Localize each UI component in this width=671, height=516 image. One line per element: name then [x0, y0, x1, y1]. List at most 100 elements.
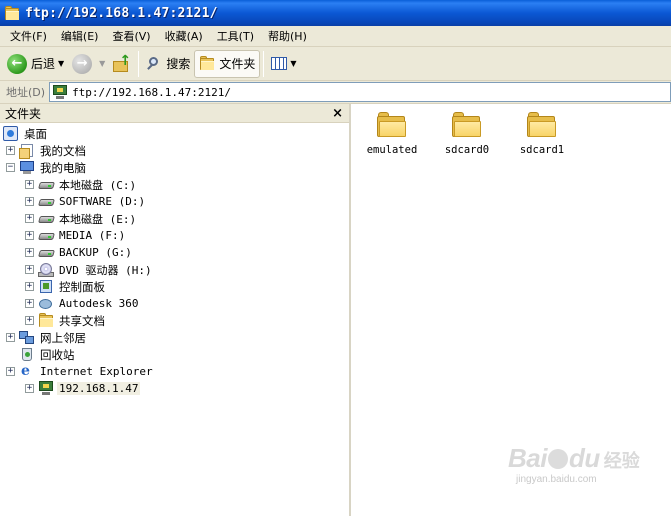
expand-icon[interactable]: + — [25, 265, 34, 274]
views-button[interactable]: ▼ — [267, 50, 300, 78]
folder-icon — [527, 112, 557, 138]
tree-item-label: 本地磁盘 (C:) — [59, 178, 137, 192]
folder-icon — [199, 56, 215, 71]
ftp-site-icon — [52, 84, 68, 100]
expand-icon[interactable]: + — [25, 248, 34, 257]
tree-item-label: 192.168.1.47 — [57, 382, 141, 395]
expand-icon[interactable]: + — [6, 333, 15, 342]
folders-label: 文件夹 — [219, 57, 256, 71]
folder-item-sdcard1[interactable]: sdcard1 — [507, 112, 577, 168]
tree-item-internet-explorer[interactable]: + e Internet Explorer — [6, 363, 155, 380]
expand-icon[interactable]: + — [25, 197, 34, 206]
tree-item-label: 共享文档 — [59, 313, 105, 328]
search-button[interactable]: 搜索 — [142, 50, 194, 78]
tree-item-ftp-site[interactable]: + 192.168.1.47 — [25, 380, 141, 397]
expand-icon[interactable]: + — [25, 316, 34, 325]
address-value: ftp://192.168.1.47:2121/ — [72, 85, 232, 99]
folder-item-label: emulated — [366, 144, 418, 156]
watermark-url: jingyan.baidu.com — [516, 474, 597, 485]
folder-item-sdcard0[interactable]: sdcard0 — [432, 112, 502, 168]
tree-item-desktop[interactable]: 桌面 — [3, 125, 49, 142]
tree-item-drive-e[interactable]: + 本地磁盘 (E:) — [25, 210, 138, 227]
tree-item-label: MEDIA (F:) — [59, 229, 126, 242]
menu-help[interactable]: 帮助(H) — [261, 27, 314, 46]
folders-pane: 文件夹 × 桌面 + 我的文档 − 我的电脑 + 本地磁盘 (C:) + SOF… — [0, 104, 351, 516]
menu-tools[interactable]: 工具(T) — [210, 27, 261, 46]
title-bar[interactable]: ftp://192.168.1.47:2121/ — [0, 0, 671, 26]
watermark-logo: Bai — [508, 443, 547, 473]
expand-icon[interactable]: + — [25, 231, 34, 240]
folder-item-emulated[interactable]: emulated — [357, 112, 427, 168]
hard-drive-icon — [38, 177, 55, 192]
expand-icon[interactable]: + — [25, 282, 34, 291]
tree-item-drive-c[interactable]: + 本地磁盘 (C:) — [25, 176, 138, 193]
up-button[interactable]: ↑ — [109, 50, 135, 78]
hard-drive-icon — [38, 194, 55, 209]
expand-icon[interactable]: + — [25, 180, 34, 189]
tree-item-label: 网上邻居 — [40, 330, 86, 345]
baidu-watermark: Bai du 经验 jingyan.baidu.com — [508, 443, 648, 503]
folder-icon — [377, 112, 407, 138]
views-grid-icon — [271, 57, 288, 70]
tree-item-autodesk-360[interactable]: + Autodesk 360 — [25, 295, 140, 312]
address-input[interactable]: ftp://192.168.1.47:2121/ — [49, 82, 671, 102]
folder-item-label: sdcard1 — [519, 144, 565, 156]
tree-item-drive-f[interactable]: + MEDIA (F:) — [25, 227, 127, 244]
tree-item-network[interactable]: + 网上邻居 — [6, 329, 88, 346]
folders-button[interactable]: 文件夹 — [194, 49, 261, 78]
collapse-icon[interactable]: − — [6, 163, 15, 172]
control-panel-icon — [38, 279, 54, 294]
window-title: ftp://192.168.1.47:2121/ — [25, 5, 218, 21]
folder-icon — [452, 112, 482, 138]
menu-bar: 文件(F) 编辑(E) 查看(V) 收藏(A) 工具(T) 帮助(H) — [0, 26, 671, 47]
address-label: 地址(D) — [6, 86, 46, 99]
tree-item-label: BACKUP (G:) — [59, 246, 132, 259]
tree-item-drive-g[interactable]: + BACKUP (G:) — [25, 244, 134, 261]
close-icon[interactable]: × — [332, 106, 343, 121]
folders-pane-title: 文件夹 — [5, 106, 42, 121]
expand-icon[interactable]: + — [6, 367, 15, 376]
watermark-logo-suffix: du — [568, 443, 600, 473]
folders-pane-header: 文件夹 × — [0, 104, 349, 123]
tree-item-label: SOFTWARE (D:) — [59, 195, 146, 208]
forward-arrow-icon: → — [72, 53, 93, 74]
folder-item-label: sdcard0 — [444, 144, 490, 156]
address-bar: 地址(D) ftp://192.168.1.47:2121/ — [0, 81, 671, 104]
forward-button[interactable]: → ▼ — [68, 50, 109, 78]
back-label: 后退 — [31, 57, 56, 71]
my-computer-icon — [19, 160, 35, 175]
tree-item-label: Internet Explorer — [40, 365, 153, 378]
tree-item-drive-h[interactable]: + DVD 驱动器 (H:) — [25, 261, 154, 278]
forward-dropdown-icon[interactable]: ▼ — [99, 59, 105, 68]
tree-item-control-panel[interactable]: + 控制面板 — [25, 278, 107, 295]
desktop-icon — [3, 126, 19, 141]
folder-icon — [38, 313, 54, 328]
views-dropdown-icon[interactable]: ▼ — [290, 59, 296, 68]
menu-file[interactable]: 文件(F) — [3, 27, 54, 46]
hard-drive-icon — [38, 228, 55, 243]
tree-item-label: 我的文档 — [40, 143, 86, 158]
toolbar: ← 后退 ▼ → ▼ ↑ 搜索 文件夹 ▼ — [0, 47, 671, 81]
paw-icon — [547, 449, 568, 469]
menu-view[interactable]: 查看(V) — [105, 27, 157, 46]
search-icon — [146, 56, 162, 72]
hard-drive-icon — [38, 211, 55, 226]
back-dropdown-icon[interactable]: ▼ — [58, 59, 64, 68]
tree-item-my-documents[interactable]: + 我的文档 — [6, 142, 88, 159]
tree-item-label: 桌面 — [24, 126, 47, 141]
tree-item-my-computer[interactable]: − 我的电脑 — [6, 159, 88, 176]
tree-item-label: 控制面板 — [59, 279, 105, 294]
tree-item-shared-documents[interactable]: + 共享文档 — [25, 312, 107, 329]
my-documents-icon — [19, 143, 35, 159]
toolbar-separator — [263, 50, 265, 77]
back-button[interactable]: ← 后退 ▼ — [3, 50, 68, 78]
expand-icon[interactable]: + — [25, 299, 34, 308]
tree-item-drive-d[interactable]: + SOFTWARE (D:) — [25, 193, 147, 210]
expand-icon[interactable]: + — [25, 214, 34, 223]
tree-item-recycle-bin[interactable]: 回收站 — [19, 346, 77, 363]
expand-icon[interactable]: + — [6, 146, 15, 155]
expand-icon[interactable]: + — [25, 384, 34, 393]
menu-favorites[interactable]: 收藏(A) — [158, 27, 210, 46]
menu-edit[interactable]: 编辑(E) — [54, 27, 106, 46]
dvd-drive-icon — [38, 262, 54, 277]
